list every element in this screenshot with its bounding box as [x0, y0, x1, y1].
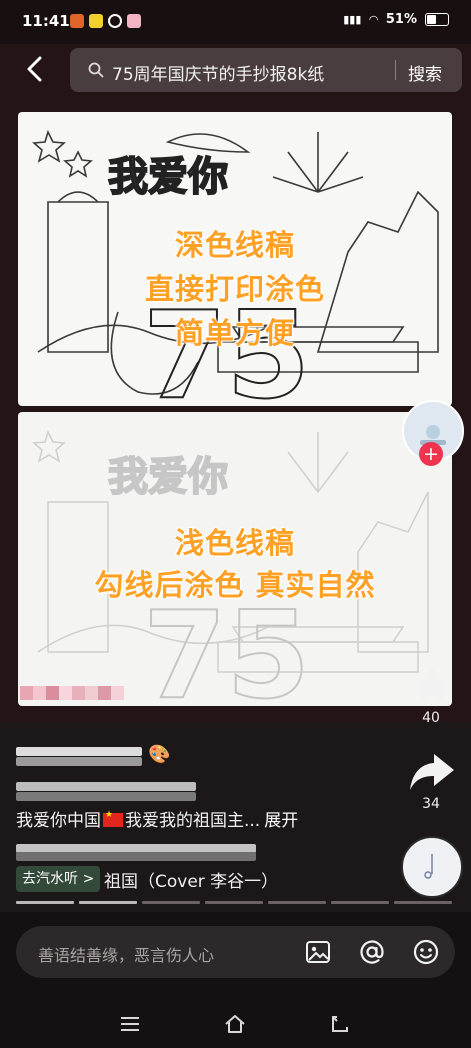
- page-dot: [331, 901, 389, 904]
- emoji-icon[interactable]: [412, 938, 440, 966]
- page-dot: [394, 901, 452, 904]
- status-time: 11:41: [22, 12, 70, 30]
- poster1-caption-line3: 简单方便: [174, 316, 295, 350]
- poster-art-75: 75: [143, 587, 310, 706]
- battery-icon: [425, 13, 449, 26]
- app-notification-icon: [108, 14, 122, 28]
- page-dot: [205, 901, 263, 904]
- palette-emoji-icon: 🎨: [148, 744, 171, 765]
- comment-input[interactable]: 善语结善缘，恶言伤人心: [16, 926, 455, 978]
- post-description-text: 我爱你中国: [16, 811, 101, 831]
- poster2-caption-line2: 勾线后涂色 真实自然: [94, 568, 376, 602]
- star-icon[interactable]: [410, 664, 454, 708]
- china-flag-icon: [103, 810, 123, 827]
- search-divider: [395, 60, 396, 80]
- blurred-tags: [16, 852, 256, 861]
- wifi-icon: ◠: [369, 13, 378, 26]
- image-page-indicator: [16, 901, 452, 904]
- page-dot: [16, 901, 74, 904]
- menu-icon[interactable]: [118, 1012, 142, 1036]
- bottom-area: 善语结善缘，恶言伤人心: [0, 912, 471, 1048]
- at-icon[interactable]: [358, 938, 386, 966]
- blurred-watermark: [20, 686, 124, 700]
- comment-placeholder: 善语结善缘，恶言伤人心: [38, 946, 215, 965]
- poster1-caption-line2: 直接打印涂色: [144, 272, 325, 306]
- post-description[interactable]: 我爱你中国 我爱我的祖国主...展开: [16, 806, 298, 831]
- page-dot: [142, 901, 200, 904]
- signal-icon: ▮▮▮: [343, 13, 362, 26]
- chevron-left-icon[interactable]: [20, 54, 50, 84]
- image-icon[interactable]: [304, 938, 332, 966]
- back-nav-icon[interactable]: [328, 1012, 352, 1036]
- poster-art-title: 我爱你: [108, 154, 228, 200]
- blurred-subtitle: [16, 782, 196, 791]
- poster1-caption-line1: 深色线稿: [174, 228, 295, 262]
- app-notification-icon: [127, 14, 141, 28]
- search-icon: [88, 62, 104, 82]
- status-app-icons: [70, 14, 141, 28]
- music-disc-icon[interactable]: [401, 836, 463, 898]
- poster-image-light-lineart[interactable]: 我爱你 75 浅色线稿 勾线后涂色 真实自然: [18, 412, 452, 706]
- share-count: 34: [422, 796, 440, 812]
- poster2-caption-line1: 浅色线稿: [174, 526, 295, 560]
- blurred-username: [16, 757, 142, 766]
- app-notification-icon: [70, 14, 84, 28]
- poster-art-title: 我爱你: [108, 454, 228, 500]
- blurred-subtitle: [16, 792, 196, 801]
- search-bar[interactable]: 75周年国庆节的手抄报8k纸 搜索: [70, 48, 462, 92]
- home-icon[interactable]: [223, 1012, 247, 1036]
- top-bar: 75周年国庆节的手抄报8k纸 搜索: [0, 44, 471, 96]
- open-music-app-chip[interactable]: 去汽水听 >: [16, 866, 101, 892]
- poster-image-dark-lineart[interactable]: 我爱你 75 深色线稿 直接打印涂色 简单方便: [18, 112, 452, 406]
- music-title[interactable]: 祖国（Cover 李谷一）: [104, 867, 278, 892]
- follow-button[interactable]: +: [419, 442, 443, 466]
- page-dot: [268, 901, 326, 904]
- expand-link[interactable]: 展开: [264, 811, 298, 831]
- plus-icon: +: [423, 442, 439, 465]
- page-dot: [79, 901, 137, 904]
- post-description-text-2: 我爱我的祖国主...: [125, 811, 261, 831]
- blurred-username: [16, 747, 142, 756]
- status-bar: 11:41 ▮▮▮ ◠ 51%: [0, 0, 471, 44]
- battery-percent: 51%: [385, 12, 417, 27]
- system-nav-bar: [0, 1000, 471, 1048]
- search-button[interactable]: 搜索: [408, 60, 442, 85]
- search-input[interactable]: 75周年国庆节的手抄报8k纸: [112, 60, 324, 85]
- status-indicators: ▮▮▮ ◠ 51%: [343, 12, 449, 27]
- battery-level: [427, 15, 436, 24]
- share-icon[interactable]: [408, 752, 456, 792]
- app-notification-icon: [89, 14, 103, 28]
